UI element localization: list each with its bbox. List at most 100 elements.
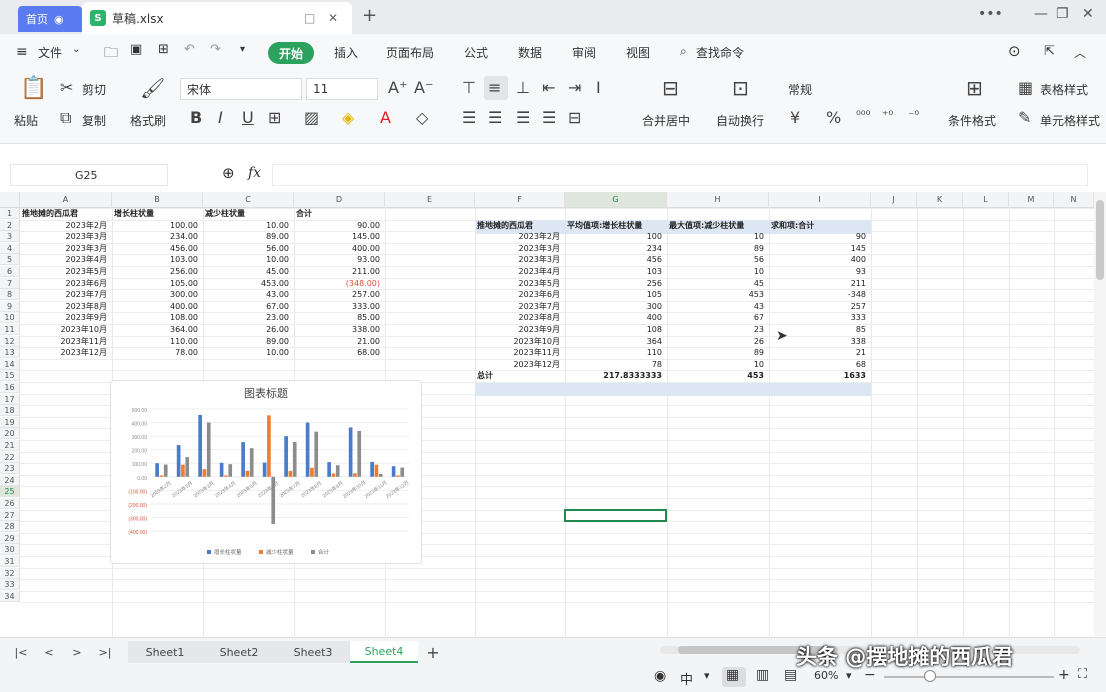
- align-center-icon[interactable]: ☰: [488, 108, 502, 127]
- row-header[interactable]: 34: [0, 590, 20, 602]
- row-header[interactable]: 2: [0, 219, 20, 231]
- normal-view-icon[interactable]: ▦: [726, 667, 739, 683]
- row-header[interactable]: 6: [0, 266, 20, 277]
- scissors-icon[interactable]: ✂: [60, 78, 73, 97]
- indent-decrease-icon[interactable]: ⇤: [542, 78, 555, 97]
- more-icon[interactable]: •••: [978, 6, 1003, 22]
- new-tab-button[interactable]: +: [362, 5, 377, 26]
- scroll-thumb[interactable]: [1096, 200, 1104, 280]
- menu-formula[interactable]: 公式: [464, 44, 488, 61]
- wrap-icon[interactable]: ⊡: [732, 76, 749, 100]
- menu-start[interactable]: 开始: [268, 42, 314, 64]
- column-header[interactable]: M: [1009, 192, 1054, 208]
- merge-label[interactable]: 合并居中: [642, 112, 690, 129]
- add-sheet-icon[interactable]: +: [424, 641, 442, 663]
- row-header[interactable]: 13: [0, 347, 20, 359]
- close-tab-icon[interactable]: ✕: [328, 11, 338, 25]
- row-header[interactable]: 1: [0, 208, 20, 219]
- font-select[interactable]: 宋体: [180, 78, 302, 100]
- row-header[interactable]: 25: [0, 486, 20, 498]
- menu-view[interactable]: 视图: [626, 44, 650, 61]
- menu-file[interactable]: 文件: [38, 44, 62, 61]
- column-header[interactable]: C: [203, 192, 294, 208]
- format-painter-label[interactable]: 格式刷: [130, 112, 166, 129]
- active-cell[interactable]: [564, 509, 667, 522]
- row-header[interactable]: 4: [0, 242, 20, 254]
- font-color-icon[interactable]: A: [380, 108, 391, 127]
- eye-protection-icon[interactable]: ◉: [654, 668, 666, 684]
- row-header[interactable]: 8: [0, 289, 20, 301]
- row-header[interactable]: 21: [0, 440, 20, 451]
- cell-style-label[interactable]: 单元格样式: [1040, 112, 1100, 129]
- print-preview-icon[interactable]: ⊞: [158, 42, 169, 57]
- redo-icon[interactable]: ↷: [210, 42, 221, 57]
- underline-icon[interactable]: U: [242, 108, 254, 127]
- vertical-scrollbar[interactable]: [1094, 192, 1106, 636]
- open-folder-icon[interactable]: 🗀: [104, 42, 118, 66]
- row-header[interactable]: 12: [0, 335, 20, 347]
- wrap-label[interactable]: 自动换行: [716, 112, 764, 129]
- text-direction-icon[interactable]: Ⅰ: [596, 78, 601, 97]
- chevron-down-icon[interactable]: ⌄: [72, 44, 80, 55]
- zoom-slider-handle[interactable]: [924, 670, 936, 682]
- table-style-icon[interactable]: ▦: [1018, 78, 1033, 97]
- menu-data[interactable]: 数据: [518, 44, 542, 61]
- home-tab[interactable]: 首页 ◉: [18, 6, 82, 32]
- formula-input[interactable]: [272, 164, 1088, 186]
- merge-icon[interactable]: ⊟: [662, 76, 679, 100]
- row-header[interactable]: 20: [0, 428, 20, 440]
- sheet-tab-3[interactable]: Sheet3: [276, 641, 350, 663]
- row-header[interactable]: 5: [0, 254, 20, 266]
- close-window-icon[interactable]: ✕: [1082, 6, 1094, 22]
- indent-increase-icon[interactable]: ⇥: [568, 78, 581, 97]
- increase-font-icon[interactable]: A⁺: [388, 78, 407, 97]
- align-middle-icon[interactable]: ≡: [488, 78, 501, 97]
- fullscreen-icon[interactable]: ⛶: [1078, 667, 1087, 682]
- cond-format-label[interactable]: 条件格式: [948, 112, 996, 129]
- cell-style-icon[interactable]: ✎: [1018, 108, 1031, 127]
- align-right-icon[interactable]: ☰: [516, 108, 530, 127]
- column-header[interactable]: F: [475, 192, 565, 208]
- number-format-select[interactable]: 常规: [782, 78, 932, 100]
- row-header[interactable]: 9: [0, 300, 20, 312]
- minimize-icon[interactable]: —: [1034, 6, 1048, 22]
- spreadsheet-grid[interactable]: ABCDEFGHIJKLMN 1 2 3 4 5 6 7 8 9 10 11 12 13 14 15 16 17…: [0, 192, 1094, 636]
- search-icon[interactable]: ⌕: [680, 44, 687, 59]
- fill-pattern-icon[interactable]: ▨: [304, 108, 319, 127]
- column-header[interactable]: N: [1054, 192, 1094, 208]
- column-header[interactable]: K: [917, 192, 963, 208]
- last-sheet-icon[interactable]: >|: [96, 641, 114, 663]
- function-icon[interactable]: fx: [248, 165, 261, 181]
- zoom-in-icon[interactable]: +: [1058, 667, 1070, 683]
- decrease-font-icon[interactable]: A⁻: [414, 78, 433, 97]
- border-icon[interactable]: ⊞: [268, 108, 281, 127]
- restore-icon[interactable]: ❐: [1056, 6, 1069, 22]
- sheet-tab-1[interactable]: Sheet1: [128, 641, 202, 663]
- align-left-icon[interactable]: ☰: [462, 108, 476, 127]
- conditional-format-icon[interactable]: ⊞: [966, 76, 983, 100]
- column-header[interactable]: L: [963, 192, 1009, 208]
- hamburger-icon[interactable]: ≡: [16, 44, 28, 60]
- column-header[interactable]: D: [294, 192, 385, 208]
- copy-icon[interactable]: ⧉: [60, 108, 71, 128]
- name-box[interactable]: G25: [10, 164, 168, 186]
- align-top-icon[interactable]: ⊤: [462, 78, 476, 97]
- increase-decimal-icon[interactable]: ⁺⁰: [882, 108, 893, 122]
- column-header[interactable]: A: [20, 192, 112, 208]
- row-header[interactable]: 17: [0, 393, 20, 405]
- column-header[interactable]: E: [385, 192, 475, 208]
- zoom-slider[interactable]: [884, 676, 1054, 678]
- menu-page-layout[interactable]: 页面布局: [386, 44, 434, 61]
- distributed-icon[interactable]: ⊟: [568, 108, 581, 127]
- ime-indicator[interactable]: 中: [680, 669, 693, 688]
- column-header[interactable]: I: [769, 192, 871, 208]
- share-icon[interactable]: ⇱: [1044, 44, 1055, 59]
- zoom-icon[interactable]: ⊕: [222, 164, 235, 182]
- row-header[interactable]: 26: [0, 498, 20, 509]
- justify-icon[interactable]: ☰: [542, 108, 556, 127]
- menu-review[interactable]: 审阅: [572, 44, 596, 61]
- clear-format-icon[interactable]: ◇: [416, 108, 428, 127]
- select-all-corner[interactable]: [0, 192, 20, 208]
- customize-icon[interactable]: ▾: [240, 44, 245, 55]
- first-sheet-icon[interactable]: |<: [12, 641, 30, 663]
